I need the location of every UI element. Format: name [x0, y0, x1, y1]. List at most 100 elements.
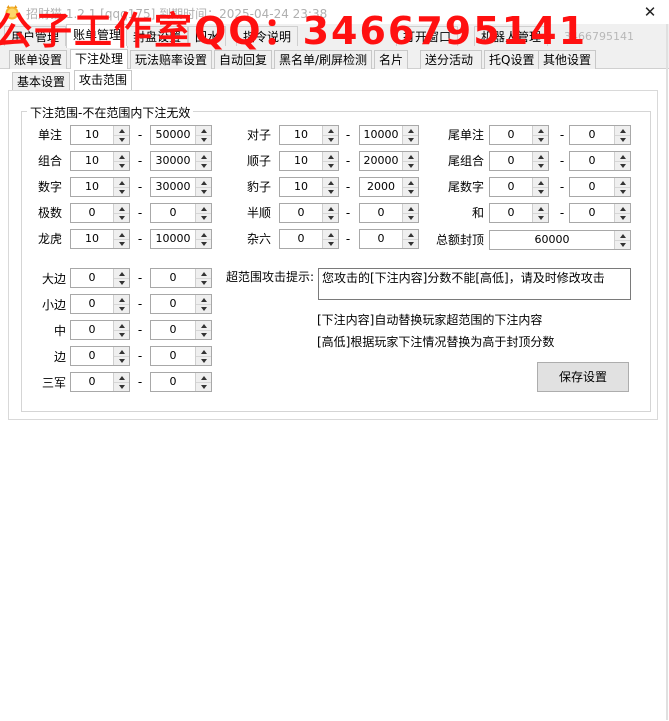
col1-min-1[interactable]: 10	[70, 151, 130, 171]
col3-max-0-value[interactable]: 0	[570, 126, 614, 144]
col1-max-2-value[interactable]: 30000	[151, 178, 195, 196]
col3-min-0-value[interactable]: 0	[490, 126, 532, 144]
col1-max-3-value[interactable]: 0	[151, 204, 195, 222]
tab-blacklist[interactable]: 黑名单/刷屏检测	[274, 50, 373, 69]
col1-min-2[interactable]: 10	[70, 177, 130, 197]
spin-down-button[interactable]	[196, 278, 211, 287]
col1-max-1[interactable]: 30000	[150, 151, 212, 171]
lower-min-4-value[interactable]: 0	[71, 373, 113, 391]
lower-min-0-value[interactable]: 0	[71, 269, 113, 287]
spin-down-button[interactable]	[114, 304, 129, 313]
col3-max-1[interactable]: 0	[569, 151, 631, 171]
col2-min-3[interactable]: 0	[279, 203, 339, 223]
spin-down-button[interactable]	[196, 356, 211, 365]
col2-min-1[interactable]: 10	[279, 151, 339, 171]
spin-down-button[interactable]	[196, 239, 211, 248]
save-settings-button[interactable]: 保存设置	[537, 362, 629, 392]
tab-business-card[interactable]: 名片	[374, 50, 409, 69]
tab-open-window[interactable]: 打开窗口	[396, 26, 459, 46]
lower-max-4-value[interactable]: 0	[151, 373, 195, 391]
lower-max-3-value[interactable]: 0	[151, 347, 195, 365]
col3-min-0[interactable]: 0	[489, 125, 549, 145]
col3-max-3[interactable]: 0	[569, 203, 631, 223]
col1-min-4-value[interactable]: 10	[71, 230, 113, 248]
spin-down-button[interactable]	[403, 213, 418, 222]
total-cap-spinner-value[interactable]: 60000	[490, 231, 614, 249]
spin-down-button[interactable]	[114, 382, 129, 391]
col3-min-2-value[interactable]: 0	[490, 178, 532, 196]
col2-min-4[interactable]: 0	[279, 229, 339, 249]
spin-down-button[interactable]	[323, 161, 338, 170]
col2-max-1[interactable]: 20000	[359, 151, 419, 171]
spin-down-button[interactable]	[114, 356, 129, 365]
col2-max-4[interactable]: 0	[359, 229, 419, 249]
col1-min-0[interactable]: 10	[70, 125, 130, 145]
total-cap-spinner[interactable]: 60000	[489, 230, 631, 250]
col1-max-1-value[interactable]: 30000	[151, 152, 195, 170]
lower-max-0-value[interactable]: 0	[151, 269, 195, 287]
tab-auto-reply[interactable]: 自动回复	[214, 50, 273, 69]
tab-rebate[interactable]: 回水	[188, 26, 227, 46]
col2-max-1-value[interactable]: 20000	[360, 152, 402, 170]
spin-down-button[interactable]	[403, 135, 418, 144]
col2-min-0[interactable]: 10	[279, 125, 339, 145]
spin-down-button[interactable]	[323, 213, 338, 222]
col3-min-1[interactable]: 0	[489, 151, 549, 171]
spin-down-button[interactable]	[323, 187, 338, 196]
col1-min-3-value[interactable]: 0	[71, 204, 113, 222]
spin-down-button[interactable]	[323, 239, 338, 248]
spin-down-button[interactable]	[323, 135, 338, 144]
col1-min-4[interactable]: 10	[70, 229, 130, 249]
spin-down-button[interactable]	[615, 135, 630, 144]
col1-max-4-value[interactable]: 10000	[151, 230, 195, 248]
lower-max-2-value[interactable]: 0	[151, 321, 195, 339]
col2-max-2-value[interactable]: 2000	[360, 178, 402, 196]
spin-down-button[interactable]	[196, 330, 211, 339]
col2-min-3-value[interactable]: 0	[280, 204, 322, 222]
tab-robot-management[interactable]: 机器人管理	[474, 26, 549, 46]
spin-down-button[interactable]	[615, 161, 630, 170]
col1-min-0-value[interactable]: 10	[71, 126, 113, 144]
col3-max-3-value[interactable]: 0	[570, 204, 614, 222]
col1-max-4[interactable]: 10000	[150, 229, 212, 249]
tab-bill-management[interactable]: 账单管理	[66, 24, 129, 48]
tab-user-management[interactable]: 用户管理	[4, 26, 67, 46]
attack-prompt-input[interactable]: 您攻击的[下注内容]分数不能[高低]，请及时修改攻击	[318, 268, 631, 300]
col2-max-4-value[interactable]: 0	[360, 230, 402, 248]
col3-max-1-value[interactable]: 0	[570, 152, 614, 170]
col2-max-2[interactable]: 2000	[359, 177, 419, 197]
spin-down-button[interactable]	[196, 304, 211, 313]
spin-down-button[interactable]	[114, 187, 129, 196]
lower-max-2[interactable]: 0	[150, 320, 212, 340]
spin-down-button[interactable]	[114, 239, 129, 248]
col1-min-1-value[interactable]: 10	[71, 152, 113, 170]
tab-other-settings[interactable]: 其他设置	[538, 50, 597, 69]
spin-down-button[interactable]	[196, 135, 211, 144]
spin-down-button[interactable]	[196, 213, 211, 222]
lower-min-3[interactable]: 0	[70, 346, 130, 366]
spin-down-button[interactable]	[615, 213, 630, 222]
col3-min-1-value[interactable]: 0	[490, 152, 532, 170]
col3-min-3[interactable]: 0	[489, 203, 549, 223]
lower-min-4[interactable]: 0	[70, 372, 130, 392]
lower-min-1[interactable]: 0	[70, 294, 130, 314]
lower-min-0[interactable]: 0	[70, 268, 130, 288]
col2-max-0[interactable]: 10000	[359, 125, 419, 145]
lower-min-1-value[interactable]: 0	[71, 295, 113, 313]
lower-min-2[interactable]: 0	[70, 320, 130, 340]
lower-min-3-value[interactable]: 0	[71, 347, 113, 365]
spin-down-button[interactable]	[615, 240, 630, 249]
close-button[interactable]: ✕	[632, 0, 668, 24]
tab-attack-range[interactable]: 攻击范围	[74, 70, 133, 91]
tab-bill-settings[interactable]: 账单设置	[9, 50, 68, 69]
spin-down-button[interactable]	[114, 278, 129, 287]
tab-close-settings[interactable]: 封盘设置	[126, 26, 189, 46]
spin-down-button[interactable]	[196, 161, 211, 170]
tab-bonus-activity[interactable]: 送分活动	[420, 50, 482, 69]
col3-max-2-value[interactable]: 0	[570, 178, 614, 196]
col2-min-1-value[interactable]: 10	[280, 152, 322, 170]
spin-down-button[interactable]	[196, 187, 211, 196]
spin-down-button[interactable]	[615, 187, 630, 196]
lower-max-3[interactable]: 0	[150, 346, 212, 366]
spin-down-button[interactable]	[533, 213, 548, 222]
